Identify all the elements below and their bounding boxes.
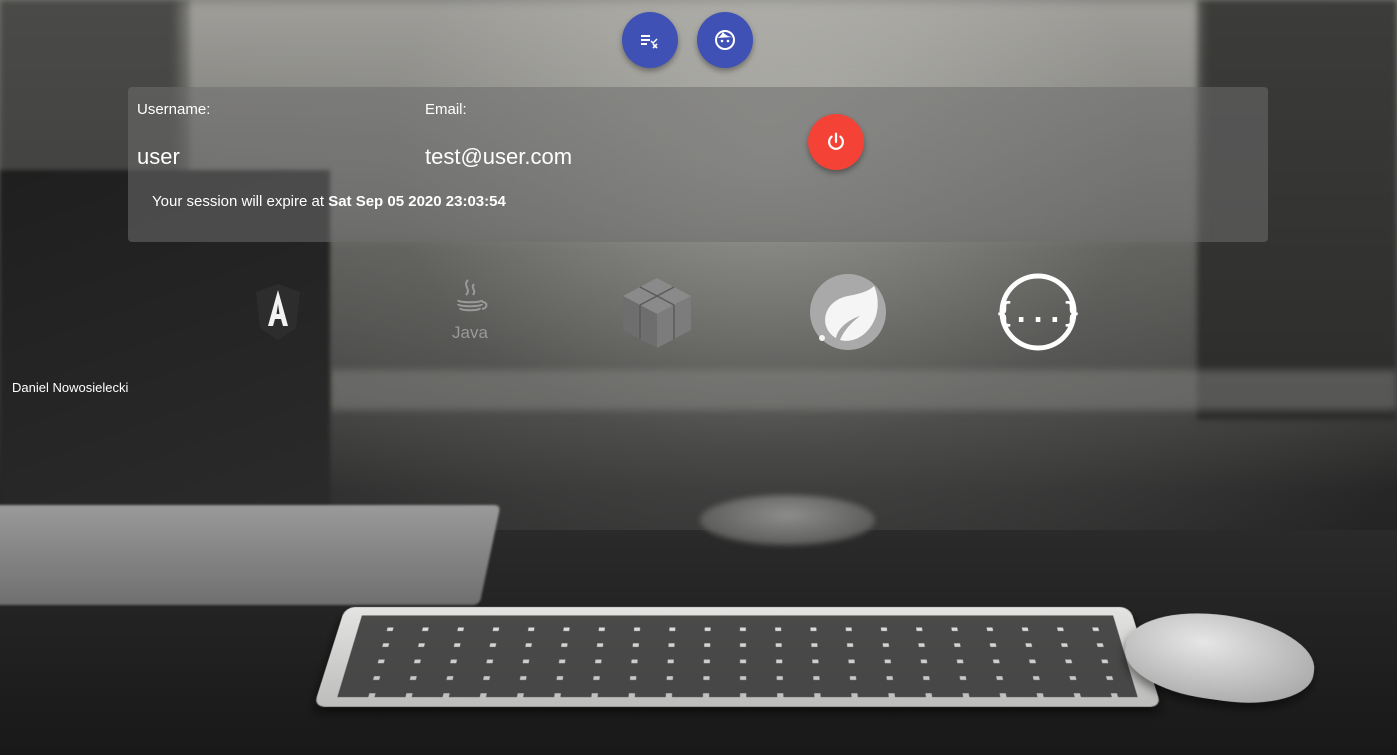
user-info-card: Username: user Email: test@user.com Your…: [128, 87, 1268, 242]
tasks-button[interactable]: [622, 12, 678, 68]
java-logo-text: Java: [452, 323, 488, 342]
session-prefix: Your session will expire at: [152, 193, 329, 210]
java-logo: Java: [452, 279, 488, 342]
email-value: test@user.com: [425, 144, 573, 169]
face-icon: [715, 30, 735, 50]
author-name: Daniel Nowosielecki: [12, 380, 129, 395]
session-expiry-text: Your session will expire at Sat Sep 05 2…: [152, 193, 506, 210]
swagger-logo: {...}: [998, 273, 1078, 351]
angular-logo: [256, 284, 300, 340]
swagger-logo-text: {...}: [998, 296, 1078, 329]
username-value: user: [137, 144, 180, 169]
session-expiry-date: Sat Sep 05 2020 23:03:54: [328, 193, 506, 210]
profile-button[interactable]: [697, 12, 753, 68]
checklist-icon: [641, 35, 658, 49]
power-icon: [828, 132, 844, 150]
spring-logo: [810, 274, 886, 350]
username-label: Username:: [137, 101, 211, 118]
logout-button[interactable]: [808, 114, 864, 170]
email-label: Email:: [425, 101, 467, 118]
cube-logo: [623, 278, 691, 348]
